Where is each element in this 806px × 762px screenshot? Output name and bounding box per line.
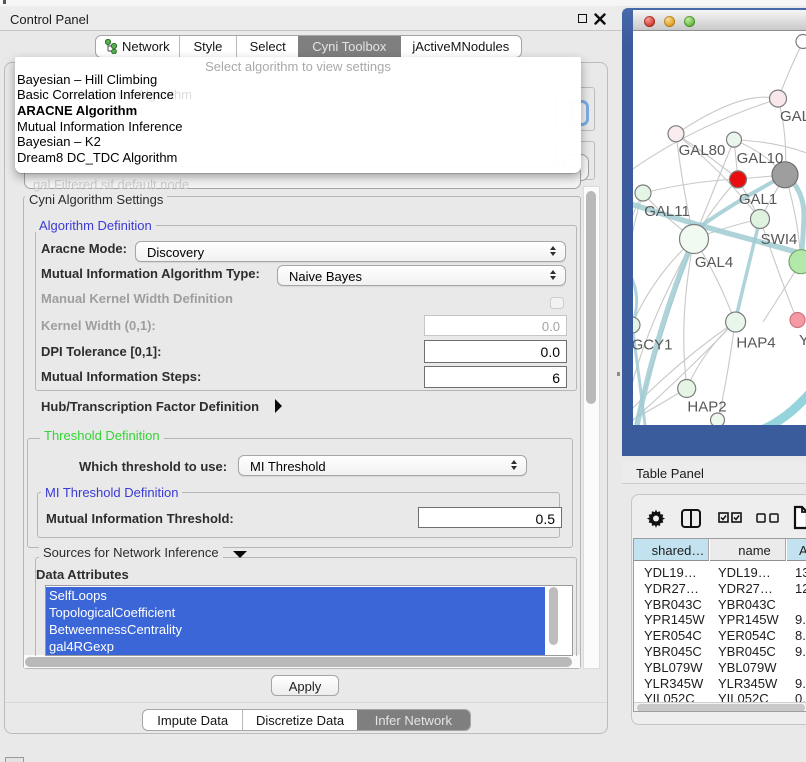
- svg-text:GAL11: GAL11: [644, 203, 690, 220]
- svg-text:HAP2: HAP2: [687, 399, 726, 416]
- svg-text:GAL4: GAL4: [695, 254, 733, 271]
- svg-text:SWI4: SWI4: [761, 231, 798, 248]
- svg-text:GAL10: GAL10: [737, 150, 784, 167]
- svg-text:GCY1: GCY1: [633, 337, 672, 354]
- svg-text:HAP4: HAP4: [736, 335, 775, 352]
- svg-text:GAL80: GAL80: [679, 142, 726, 159]
- svg-text:Y: Y: [799, 332, 806, 349]
- svg-text:GAL1: GAL1: [739, 191, 777, 208]
- svg-text:GAL7: GAL7: [780, 108, 806, 125]
